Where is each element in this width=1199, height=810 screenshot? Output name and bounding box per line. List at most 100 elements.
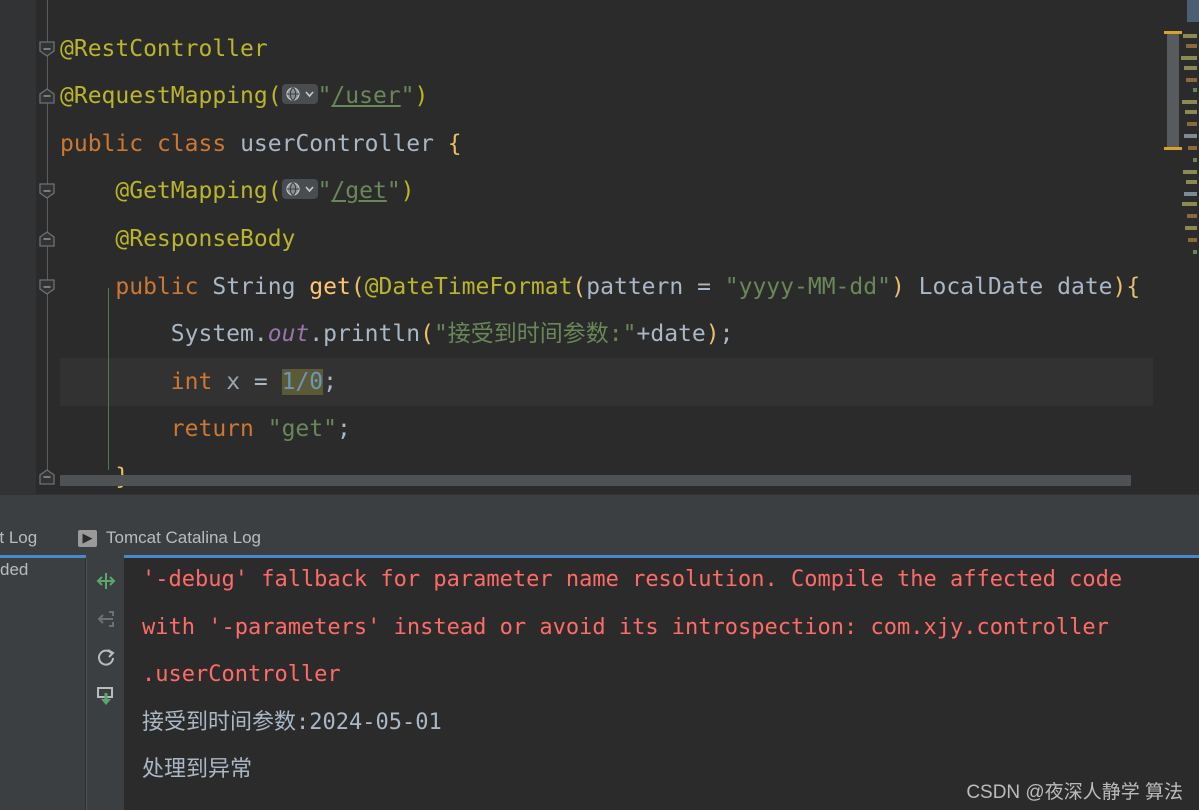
code-line[interactable]: @RestController (60, 25, 1153, 73)
code-token: ) (414, 83, 429, 110)
globe-icon[interactable] (281, 83, 318, 104)
scroll-to-source-icon[interactable] (91, 604, 121, 634)
code-token: ( (572, 273, 587, 300)
code-token: " (317, 83, 332, 110)
rerun-icon[interactable] (91, 642, 121, 672)
console-left-panel-text: ded (0, 560, 29, 579)
code-token: @GetMapping( (115, 178, 282, 205)
code-token: ( (420, 321, 434, 348)
code-token: ( (350, 273, 365, 300)
code-line[interactable]: int x = 1/0; (60, 357, 1153, 406)
code-token: ) (400, 178, 415, 205)
code-token: LocalDate (918, 273, 1044, 300)
minimap-marker (1182, 202, 1197, 206)
minimap-marker (1188, 238, 1197, 242)
code-token: "yyyy-MM-dd" (724, 273, 891, 300)
code-line[interactable]: @GetMapping("/get") (60, 167, 1153, 215)
tab-label: Tomcat Catalina Log (106, 528, 261, 547)
code-folding-gutter[interactable] (36, 0, 60, 494)
code-editor-pane[interactable]: @RestController @RequestMapping("/user") p… (0, 0, 1199, 494)
code-token: @RequestMapping( (60, 83, 282, 110)
code-token: " (386, 178, 401, 205)
console-tab-bar[interactable]: host Log ▶ Tomcat Catalina Log (0, 518, 1199, 558)
minimap-marker (1186, 180, 1197, 184)
error-stripe-top-marker[interactable] (1187, 0, 1199, 22)
console-left-panel[interactable] (0, 558, 85, 810)
idea-window: @RestController @RequestMapping("/user") p… (0, 0, 1199, 810)
code-line[interactable]: @RequestMapping( "/user") (60, 72, 1153, 120)
code-token: System (170, 321, 254, 348)
soft-wrap-icon[interactable] (91, 566, 121, 596)
minimap-marker (1183, 34, 1197, 38)
code-line[interactable] (60, 0, 1153, 25)
fold-collapse-down-icon[interactable] (39, 278, 56, 296)
scroll-marker-bottom (1164, 147, 1182, 150)
code-token: pattern (586, 273, 684, 300)
tab-label: host Log (0, 528, 38, 547)
editor-horizontal-scrollbar[interactable] (60, 475, 1131, 486)
minimap-marker (1187, 122, 1197, 126)
code-line[interactable]: public class userController { (60, 120, 1153, 168)
editor-vertical-scrollbar-thumb[interactable] (1167, 34, 1179, 150)
fold-collapse-down-icon[interactable] (39, 183, 56, 200)
vcs-change-marker (108, 288, 109, 470)
minimap-marker (1186, 78, 1197, 82)
code-token: { (1126, 273, 1141, 300)
code-line[interactable]: return "get"; (60, 405, 1153, 453)
code-line[interactable]: @ResponseBody (60, 215, 1153, 263)
fold-collapse-down-icon[interactable] (39, 40, 56, 58)
tab-tomcat-localhost-log[interactable]: host Log (0, 518, 43, 558)
minimap-marker (1187, 214, 1197, 218)
code-token: ; (323, 368, 337, 395)
csdn-watermark: CSDN @夜深人静学 算法 (966, 782, 1183, 803)
minimap-marker (1182, 100, 1197, 104)
editor-scrollbar-column[interactable] (1153, 0, 1199, 494)
console-error-line[interactable]: with '-parameters' instead or avoid its … (142, 604, 1109, 652)
code-token: . (309, 321, 324, 348)
code-line[interactable]: public String get(@DateTimeFormat(patter… (60, 263, 1153, 311)
code-token: " (400, 83, 415, 110)
code-token: int (170, 368, 213, 395)
code-token: public (60, 130, 144, 157)
code-line[interactable]: System.out.println("接受到时间参数:"+date); (60, 310, 1153, 358)
fold-collapse-up-icon[interactable] (39, 231, 56, 248)
code-token: println (323, 321, 421, 348)
minimap-marker (1193, 158, 1197, 162)
code-token: /user (331, 83, 401, 110)
minimap-marker (1186, 44, 1197, 48)
fold-collapse-up-icon[interactable] (39, 88, 56, 105)
fold-collapse-up-icon[interactable] (39, 469, 56, 486)
code-token: ; (336, 416, 351, 443)
code-line[interactable]: } (60, 453, 1153, 494)
code-token: = (240, 368, 282, 395)
minimap-marker (1193, 88, 1197, 92)
code-token: ; (719, 321, 734, 348)
code-token: x (226, 368, 241, 395)
console-error-line[interactable]: .userController (142, 651, 341, 699)
minimap-marker (1184, 134, 1197, 138)
console-toolbar[interactable] (86, 558, 126, 810)
code-text-area[interactable]: @RestController @RequestMapping("/user") p… (60, 0, 1153, 494)
console-error-line[interactable]: '-debug' fallback for parameter name res… (142, 558, 1122, 604)
code-token: " (317, 178, 332, 205)
editor-console-splitter[interactable] (0, 494, 1199, 519)
editor-line-number-gutter[interactable] (0, 0, 36, 494)
code-token: ) (890, 273, 905, 300)
globe-icon[interactable] (281, 178, 318, 199)
tab-tomcat-catalina-log[interactable]: ▶ Tomcat Catalina Log (72, 518, 267, 558)
code-token: "接受到时间参数:" (433, 321, 637, 348)
console-output-area[interactable]: '-debug' fallback for parameter name res… (124, 558, 1199, 810)
console-output-line[interactable]: 处理到异常 (142, 746, 252, 794)
minimap-marker (1181, 56, 1197, 60)
minimap-marker (1185, 226, 1197, 230)
selected-expression[interactable]: 1/0 (281, 368, 324, 395)
scroll-to-end-icon[interactable] (91, 680, 121, 710)
console-output-line[interactable]: 接受到时间参数:2024-05-01 (142, 699, 442, 747)
